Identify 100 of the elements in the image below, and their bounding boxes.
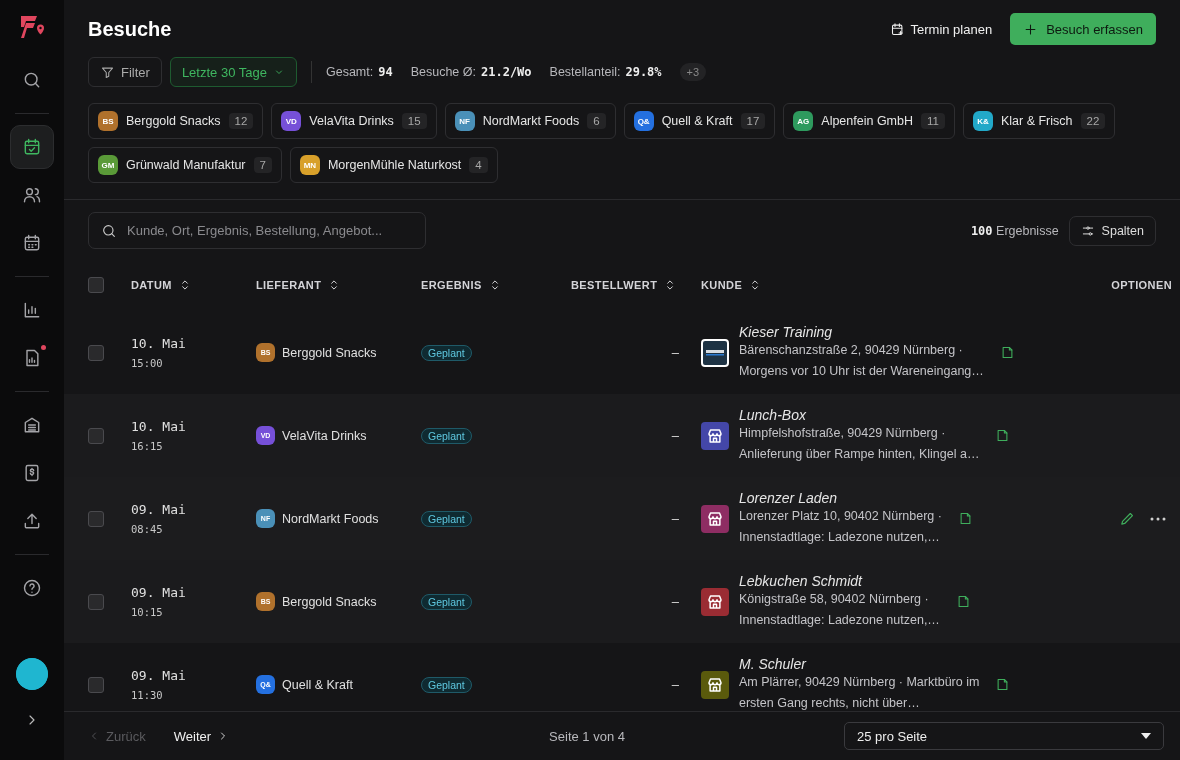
search-field[interactable]: Kunde, Ort, Ergebnis, Bestellung, Angebot... — [88, 212, 426, 249]
result-count: 100 Ergebnisse — [970, 223, 1059, 238]
building-icon — [22, 415, 42, 435]
status-tag: Geplant — [421, 344, 472, 361]
visit-time: 11:30 — [131, 689, 164, 701]
supplier-name: VelaVita Drinks — [309, 114, 394, 128]
search-icon — [22, 70, 42, 90]
calendar-plus-icon — [889, 21, 905, 37]
notification-dot — [41, 345, 46, 350]
initials-badge: BS — [98, 111, 118, 131]
supplier-name: VelaVita Drinks — [282, 428, 367, 443]
supplier-chip[interactable]: Q& Quell & Kraft 17 — [623, 103, 776, 139]
supplier-chip[interactable]: AG Alpenfein GmbH 11 — [783, 103, 955, 139]
note-icon — [957, 511, 973, 526]
avatar-icon[interactable] — [16, 658, 48, 690]
order-value: – — [671, 677, 679, 692]
customer-details: Morgens vor 10 Uhr ist der Wareneingang… — [739, 362, 984, 380]
supplier-name: Berggold Snacks — [282, 594, 377, 609]
order-value: – — [671, 345, 679, 360]
schedule-button[interactable]: Termin planen — [889, 21, 993, 37]
bar-chart-icon — [22, 300, 42, 320]
column-header[interactable]: KUNDE — [701, 279, 743, 291]
stat-label: Gesamt: — [325, 65, 374, 79]
column-header[interactable]: DATUM — [131, 279, 172, 291]
supplier-name: Berggold Snacks — [282, 345, 377, 360]
customer-details: ersten Gang rechts, nicht über… — [739, 694, 921, 711]
customer-details: Am Plärrer, 90429 Nürnberg · Marktbüro im — [739, 673, 980, 691]
status-tag: Geplant — [421, 427, 472, 444]
help-icon — [22, 578, 42, 598]
checkbox[interactable] — [88, 676, 104, 693]
count-badge: 22 — [1080, 113, 1106, 129]
initials-badge: NF — [454, 111, 475, 131]
page-size-dropdown[interactable]: 25 pro Seite — [844, 722, 1164, 750]
column-header[interactable]: BESTELLWERT — [571, 279, 658, 291]
checkbox[interactable] — [88, 510, 104, 527]
visit-time: 10:15 — [131, 606, 164, 618]
column-header[interactable]: ERGEBNIS — [421, 279, 482, 291]
column-header[interactable]: LIEFERANT — [256, 279, 322, 291]
visit-date: 09. Mai — [131, 502, 187, 517]
supplier-chip[interactable]: GM Grünwald Manufaktur 7 — [88, 147, 282, 183]
date-range-dropdown[interactable]: Letzte 30 Tage — [169, 57, 297, 87]
dollar-document-icon — [22, 463, 42, 483]
count-badge: 11 — [921, 113, 945, 129]
calendar-check-icon — [22, 137, 42, 157]
note-icon — [955, 594, 971, 609]
initials-badge: AG — [793, 111, 814, 131]
supplier-chip[interactable]: BS Berggold Snacks 12 — [88, 103, 264, 139]
next-button[interactable]: Weiter — [173, 728, 230, 744]
add-visit-button[interactable]: Besuch erfassen — [1010, 13, 1156, 45]
customer-details: Anlieferung über Rampe hinten, Klingel a… — [739, 445, 980, 463]
store-icon — [706, 592, 724, 611]
column-header[interactable]: OPTIONEN — [1111, 279, 1172, 291]
stat-label: Besuche Ø: — [410, 65, 476, 79]
search-icon — [101, 222, 117, 239]
sidebar-item[interactable] — [10, 125, 54, 169]
note-icon — [995, 677, 1011, 692]
supplier-name: Quell & Kraft — [661, 114, 733, 128]
plus-icon — [1023, 21, 1039, 37]
supplier-name: Quell & Kraft — [282, 677, 353, 692]
store-icon — [706, 675, 724, 694]
caret-icon — [1141, 733, 1151, 739]
supplier-name: Alpenfein GmbH — [821, 114, 913, 128]
order-value: – — [671, 594, 679, 609]
visit-time: 16:15 — [131, 440, 164, 452]
visit-date: 10. Mai — [131, 336, 187, 351]
initials-badge: GM — [98, 155, 118, 175]
search-input[interactable]: Kunde, Ort, Ergebnis, Bestellung, Angebot... — [125, 222, 413, 239]
visit-time: 08:45 — [131, 523, 164, 535]
supplier-chip[interactable]: MN MorgenMühle Naturkost 4 — [289, 147, 498, 183]
supplier-chip[interactable]: K& Klar & Frisch 22 — [962, 103, 1116, 139]
customer-details: Innenstadtlage: Ladezone nutzen,… — [739, 611, 940, 629]
visit-date: 10. Mai — [131, 419, 187, 434]
supplier-chip[interactable]: NF NordMarkt Foods 6 — [444, 103, 616, 139]
customer-details: Lorenzer Platz 10, 90402 Nürnberg · — [739, 507, 942, 525]
stat-label: Bestellanteil: — [549, 65, 621, 79]
columns-button[interactable]: Spalten — [1068, 215, 1156, 246]
supplier-name: NordMarkt Foods — [482, 114, 580, 128]
initials-badge: Q& — [633, 111, 654, 131]
customer-name: Lebkuchen Schmidt — [739, 572, 864, 589]
count-badge: 7 — [253, 157, 272, 173]
status-tag: Geplant — [421, 676, 472, 693]
store-icon — [706, 509, 724, 528]
more-icon[interactable] — [1150, 516, 1166, 521]
filter-button[interactable]: Filter — [88, 57, 162, 87]
initials-badge: VD — [281, 111, 302, 131]
supplier-name: Berggold Snacks — [126, 114, 221, 128]
customer-name: Lorenzer Laden — [739, 489, 839, 506]
customer-name: Kieser Training — [739, 323, 834, 340]
checkbox[interactable] — [88, 427, 104, 444]
users-icon — [22, 185, 42, 205]
more-count[interactable]: +3 — [679, 63, 707, 81]
calendar-icon — [22, 233, 42, 253]
checkbox[interactable] — [88, 344, 104, 361]
supplier-name: Klar & Frisch — [1000, 114, 1073, 128]
supplier-chip[interactable]: VD VelaVita Drinks 15 — [271, 103, 437, 139]
supplier-name: Grünwald Manufaktur — [126, 158, 246, 172]
filter-icon — [100, 64, 115, 80]
checkbox[interactable] — [88, 277, 104, 293]
checkbox[interactable] — [88, 593, 104, 610]
count-badge: 17 — [740, 113, 766, 129]
